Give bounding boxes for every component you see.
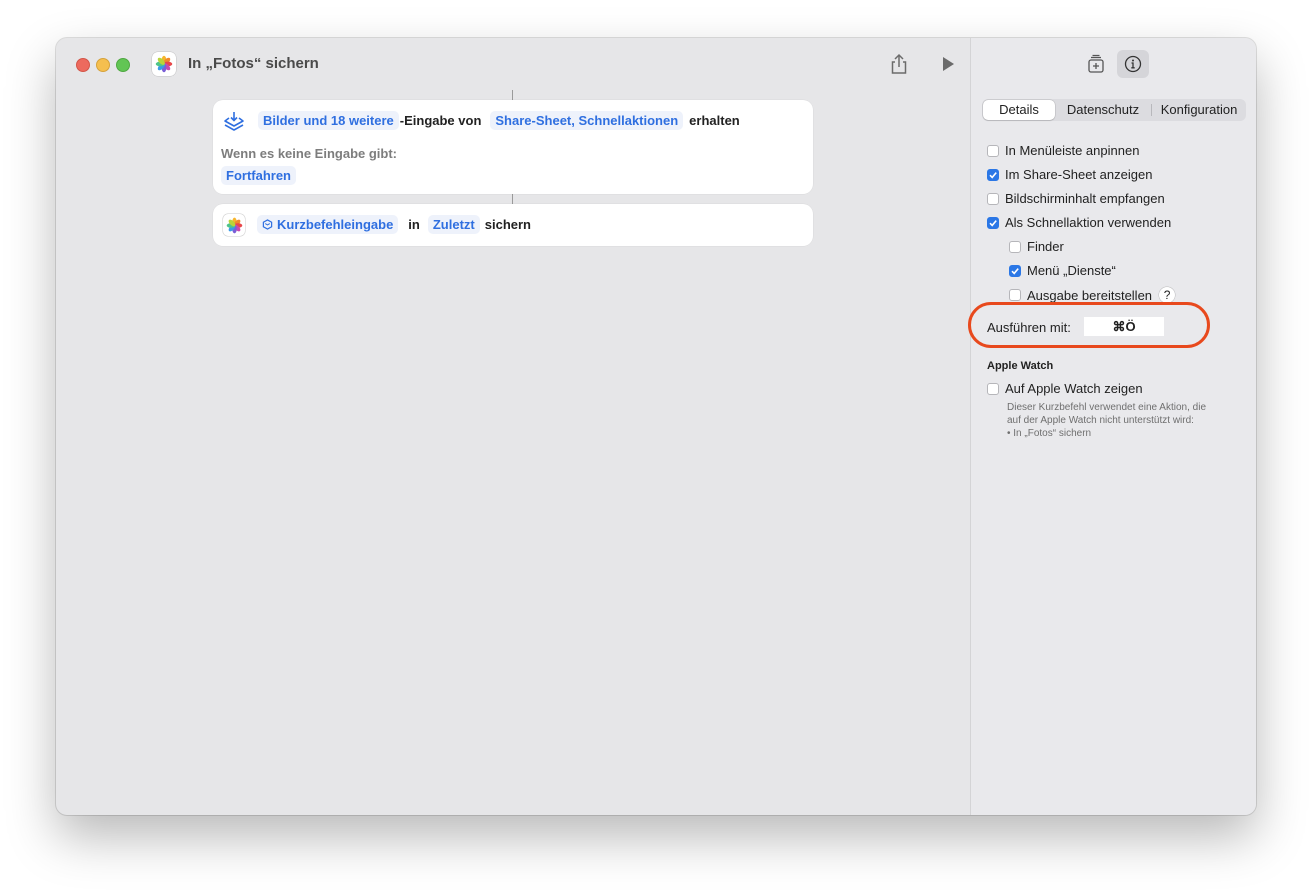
info-icon [1124, 55, 1142, 73]
option-label: Finder [1027, 239, 1064, 254]
option-label: Ausgabe bereitstellen [1027, 287, 1153, 303]
zoom-window-button[interactable] [116, 58, 130, 72]
checkbox-unchecked[interactable] [987, 144, 999, 157]
action-library-button[interactable] [1080, 50, 1112, 78]
checkbox-unchecked[interactable] [1009, 240, 1021, 253]
checkbox-unchecked[interactable] [987, 192, 999, 205]
no-input-row: Fortfahren [221, 166, 296, 185]
erhalten-text: erhalten [689, 113, 740, 128]
share-icon [891, 53, 907, 74]
run-with-label: Ausführen mit: [987, 320, 1071, 335]
connector-line [512, 194, 513, 204]
details-sidebar: Details Datenschutz Konfiguration In Men… [968, 38, 1256, 815]
note-line: auf der Apple Watch nicht unterstützt wi… [1007, 415, 1194, 426]
album-token[interactable]: Zuletzt [427, 215, 480, 234]
help-button[interactable]: ? [1159, 287, 1176, 303]
in-text: in [408, 217, 420, 232]
checkbox-checked[interactable] [1009, 264, 1021, 277]
receive-input-action[interactable]: Bilder und 18 weitere -Eingabe von Share… [213, 100, 813, 194]
option-show-on-watch[interactable]: Auf Apple Watch zeigen [987, 381, 1143, 396]
receive-layers-icon [223, 109, 245, 138]
sichern-text: sichern [484, 217, 531, 232]
option-share-sheet[interactable]: Im Share-Sheet anzeigen [987, 167, 1152, 182]
option-label: Im Share-Sheet anzeigen [1005, 167, 1153, 182]
checkbox-unchecked[interactable] [1009, 289, 1021, 301]
option-quick-action[interactable]: Als Schnellaktion verwenden [987, 215, 1171, 230]
tab-details[interactable]: Details [983, 100, 1055, 120]
run-button[interactable] [940, 55, 956, 73]
note-line: Dieser Kurzbefehl verwendet eine Aktion,… [1007, 402, 1207, 413]
option-label: Auf Apple Watch zeigen [1005, 381, 1143, 396]
checkbox-checked[interactable] [987, 216, 999, 229]
tab-datenschutz[interactable]: Datenschutz [1055, 100, 1151, 120]
sources-token[interactable]: Share-Sheet, Schnellaktionen [490, 111, 684, 130]
photos-flower-icon [155, 55, 173, 73]
shortcut-input-token[interactable]: Kurzbefehleingabe [257, 215, 399, 234]
suboption-services-menu[interactable]: Menü „Dienste“ [1009, 263, 1116, 278]
shortcut-input-label: Kurzbefehleingabe [277, 217, 394, 232]
suboption-provide-output[interactable]: Ausgabe bereitstellen ? [1009, 287, 1176, 303]
window-title: In „Fotos“ sichern [188, 55, 319, 72]
tab-konfiguration[interactable]: Konfiguration [1152, 100, 1246, 120]
option-menu-bar-pin[interactable]: In Menüleiste anpinnen [987, 143, 1139, 158]
save-to-photos-action[interactable]: Kurzbefehleingabe in Zuletzt sichern [213, 204, 813, 246]
input-types-token[interactable]: Bilder und 18 weitere [258, 111, 399, 130]
option-label: Menü „Dienste“ [1027, 263, 1116, 278]
option-screen-content[interactable]: Bildschirminhalt empfangen [987, 191, 1165, 206]
share-button[interactable] [888, 52, 910, 76]
checkmark-icon [989, 171, 997, 179]
photos-action-icon [223, 214, 245, 236]
continue-token[interactable]: Fortfahren [221, 166, 296, 185]
action-library-icon [1088, 54, 1104, 73]
checkbox-checked[interactable] [987, 168, 999, 181]
play-icon [943, 57, 954, 71]
connector-line [512, 90, 513, 100]
option-label: Bildschirminhalt empfangen [1005, 191, 1165, 206]
keyboard-shortcut-field[interactable]: ⌘Ö [1084, 317, 1164, 336]
receive-action-row: Bilder und 18 weitere -Eingabe von Share… [258, 111, 740, 130]
apple-watch-note: Dieser Kurzbefehl verwendet eine Aktion,… [1007, 401, 1237, 440]
note-line: • In „Fotos“ sichern [1007, 428, 1092, 439]
option-label: Als Schnellaktion verwenden [1005, 215, 1172, 230]
no-input-label: Wenn es keine Eingabe gibt: [221, 146, 398, 161]
shortcut-input-icon [262, 219, 273, 230]
sidebar-tab-control: Details Datenschutz Konfiguration [982, 99, 1246, 121]
photos-app-icon [152, 52, 176, 76]
suboption-finder[interactable]: Finder [1009, 239, 1064, 254]
apple-watch-section-title: Apple Watch [987, 360, 1054, 372]
eingabe-von-text: -Eingabe von [399, 113, 482, 128]
save-action-row: Kurzbefehleingabe in Zuletzt sichern [257, 215, 531, 234]
checkmark-icon [989, 219, 997, 227]
details-info-button[interactable] [1117, 50, 1149, 78]
shortcuts-window: In „Fotos“ sichern Bilder und 18 weitere… [56, 38, 1256, 815]
close-window-button[interactable] [76, 58, 90, 72]
option-label: In Menüleiste anpinnen [1005, 143, 1140, 158]
minimize-window-button[interactable] [96, 58, 110, 72]
checkmark-icon [1011, 267, 1019, 275]
checkbox-unchecked[interactable] [987, 382, 999, 395]
